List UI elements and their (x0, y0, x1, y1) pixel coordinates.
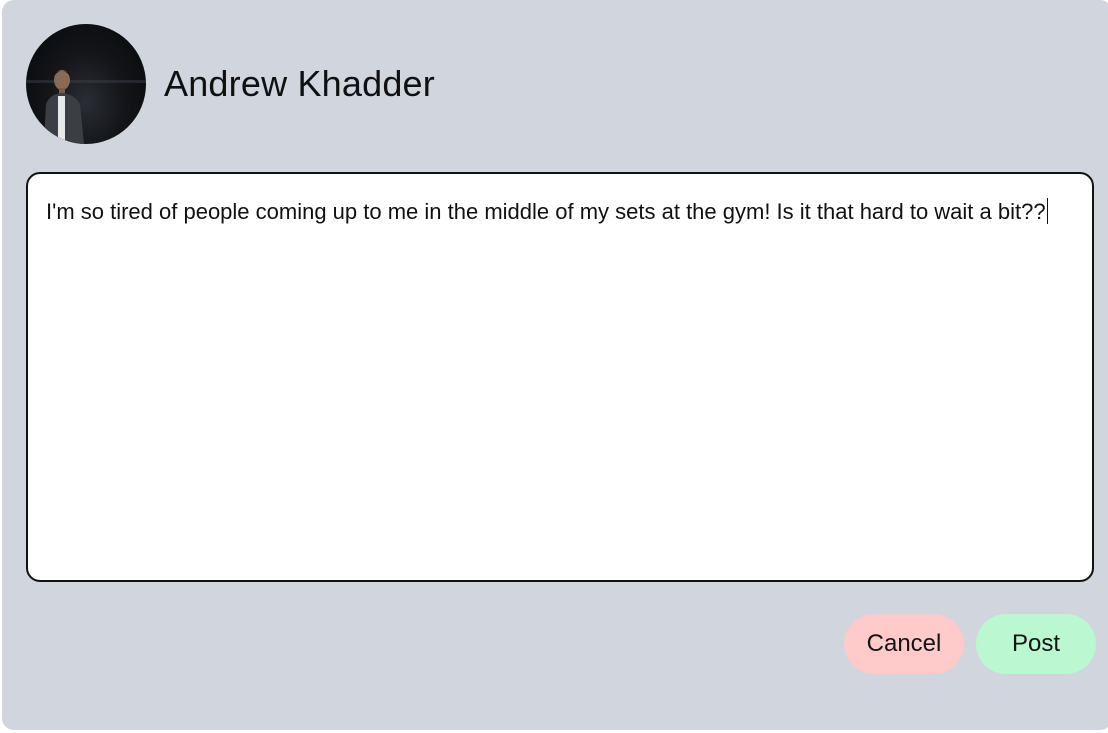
person-photo-icon (26, 70, 146, 144)
text-caret (1046, 198, 1049, 224)
post-button[interactable]: Post (976, 614, 1096, 674)
composer-actions: Cancel Post (844, 614, 1096, 674)
post-text-area[interactable]: I'm so tired of people coming up to me i… (26, 172, 1094, 582)
cancel-button[interactable]: Cancel (844, 614, 964, 674)
avatar (26, 24, 146, 144)
user-name: Andrew Khadder (164, 63, 435, 104)
post-text-value: I'm so tired of people coming up to me i… (46, 199, 1046, 224)
post-text-content[interactable]: I'm so tired of people coming up to me i… (46, 194, 1074, 230)
post-composer-card: Andrew Khadder I'm so tired of people co… (2, 0, 1108, 730)
composer-header: Andrew Khadder (26, 24, 435, 144)
